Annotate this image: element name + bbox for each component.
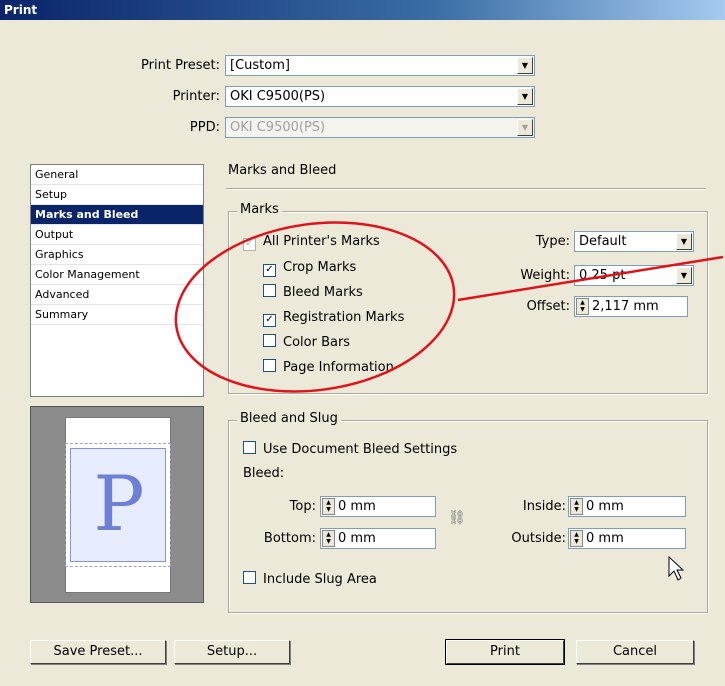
print-button[interactable]: Print	[445, 639, 565, 665]
type-label: Type:	[535, 234, 570, 249]
bleed-top-input[interactable]: ▲ ▼ 0 mm	[320, 496, 436, 517]
chevron-down-icon: ▼	[517, 119, 533, 136]
printer-select[interactable]: OKI C9500(PS) ▼	[225, 86, 535, 107]
weight-value: 0.25 pt	[579, 268, 626, 283]
bleed-heading: Bleed:	[243, 466, 285, 481]
chain-link-icon[interactable]: ⛓	[448, 510, 466, 526]
preview-trim-area: P	[70, 448, 166, 562]
sidebar-item-general[interactable]: General	[31, 165, 203, 185]
bottom-label: Bottom:	[263, 531, 316, 546]
empty-checkbox-icon	[263, 334, 276, 347]
all-printers-marks-checkbox[interactable]: ✓ All Printer's Marks	[243, 233, 380, 251]
use-document-bleed-label: Use Document Bleed Settings	[263, 442, 458, 457]
weight-label: Weight:	[520, 268, 570, 283]
registration-marks-label: Registration Marks	[283, 310, 405, 325]
spinner-arrows-icon[interactable]: ▲ ▼	[322, 498, 335, 515]
sidebar-item-color-management[interactable]: Color Management	[31, 265, 203, 285]
bleed-bottom-value: 0 mm	[338, 531, 376, 546]
page-information-label: Page Information	[283, 360, 394, 375]
printer-value: OKI C9500(PS)	[230, 89, 326, 104]
page-information-checkbox[interactable]: Page Information	[263, 359, 394, 377]
printer-label: Printer:	[172, 89, 220, 104]
type-value: Default	[579, 234, 627, 249]
mouse-cursor-icon	[668, 556, 685, 581]
inside-label: Inside:	[522, 499, 566, 514]
offset-input[interactable]: ▲ ▼ 2,117 mm	[574, 296, 688, 317]
outside-label: Outside:	[511, 531, 566, 546]
offset-value: 2,117 mm	[592, 299, 659, 314]
bleed-inside-value: 0 mm	[586, 499, 624, 514]
ppd-label: PPD:	[189, 120, 220, 135]
ppd-select: OKI C9500(PS) ▼	[225, 117, 535, 138]
bleed-outside-input[interactable]: ▲ ▼ 0 mm	[568, 528, 686, 549]
bleed-outside-value: 0 mm	[586, 531, 624, 546]
bleed-inside-input[interactable]: ▲ ▼ 0 mm	[568, 496, 686, 517]
page-preview: P	[30, 406, 204, 603]
panel-divider	[226, 188, 706, 190]
setup-button[interactable]: Setup...	[174, 640, 290, 664]
all-printers-marks-label: All Printer's Marks	[263, 234, 380, 249]
use-document-bleed-checkbox[interactable]: Use Document Bleed Settings	[243, 441, 457, 459]
marks-legend: Marks	[237, 202, 282, 217]
sidebar-item-advanced[interactable]: Advanced	[31, 285, 203, 305]
title-bar: Print	[0, 0, 725, 20]
bleed-top-value: 0 mm	[338, 499, 376, 514]
checkmark-icon: ✓	[263, 314, 276, 327]
sidebar-item-summary[interactable]: Summary	[31, 305, 203, 325]
top-label: Top:	[289, 499, 316, 514]
crop-marks-checkbox[interactable]: ✓ Crop Marks	[263, 259, 356, 277]
ppd-value: OKI C9500(PS)	[230, 120, 326, 135]
include-slug-checkbox[interactable]: Include Slug Area	[243, 571, 377, 589]
chevron-down-icon[interactable]: ▼	[517, 88, 533, 105]
panel-title: Marks and Bleed	[228, 163, 337, 178]
preview-bleed-area: P	[65, 443, 171, 567]
spinner-arrows-icon[interactable]: ▲ ▼	[576, 298, 589, 315]
empty-checkbox-icon	[263, 284, 276, 297]
chevron-down-icon[interactable]: ▼	[676, 267, 692, 284]
sidebar-item-marks-and-bleed[interactable]: Marks and Bleed	[31, 205, 203, 225]
sidebar-item-graphics[interactable]: Graphics	[31, 245, 203, 265]
cancel-button[interactable]: Cancel	[576, 640, 694, 664]
save-preset-button[interactable]: Save Preset...	[30, 640, 166, 664]
print-preset-label: Print Preset:	[141, 58, 220, 73]
preview-letter: P	[93, 459, 145, 548]
weight-select[interactable]: 0.25 pt ▼	[574, 265, 694, 286]
color-bars-label: Color Bars	[283, 335, 351, 350]
print-preset-value: [Custom]	[230, 58, 290, 73]
checkmark-icon: ✓	[243, 238, 256, 251]
checkmark-icon: ✓	[263, 264, 276, 277]
spinner-arrows-icon[interactable]: ▲ ▼	[322, 530, 335, 547]
chevron-down-icon[interactable]: ▼	[676, 233, 692, 250]
bleed-marks-label: Bleed Marks	[283, 285, 363, 300]
offset-label: Offset:	[526, 299, 570, 314]
bleed-marks-checkbox[interactable]: Bleed Marks	[263, 284, 363, 302]
category-list[interactable]: General Setup Marks and Bleed Output Gra…	[30, 164, 204, 397]
bleed-slug-legend: Bleed and Slug	[237, 411, 341, 426]
registration-marks-checkbox[interactable]: ✓ Registration Marks	[263, 309, 404, 327]
spinner-arrows-icon[interactable]: ▲ ▼	[570, 498, 583, 515]
print-dialog: Print Print Preset: [Custom] ▼ Printer: …	[0, 0, 725, 686]
chevron-down-icon[interactable]: ▼	[517, 57, 533, 74]
bleed-bottom-input[interactable]: ▲ ▼ 0 mm	[320, 528, 436, 549]
crop-marks-label: Crop Marks	[283, 260, 357, 275]
sidebar-item-setup[interactable]: Setup	[31, 185, 203, 205]
include-slug-label: Include Slug Area	[263, 572, 377, 587]
spinner-arrows-icon[interactable]: ▲ ▼	[570, 530, 583, 547]
type-select[interactable]: Default ▼	[574, 231, 694, 252]
sidebar-item-output[interactable]: Output	[31, 225, 203, 245]
empty-checkbox-icon	[243, 441, 256, 454]
empty-checkbox-icon	[263, 359, 276, 372]
color-bars-checkbox[interactable]: Color Bars	[263, 334, 350, 352]
empty-checkbox-icon	[243, 571, 256, 584]
print-preset-select[interactable]: [Custom] ▼	[225, 55, 535, 76]
